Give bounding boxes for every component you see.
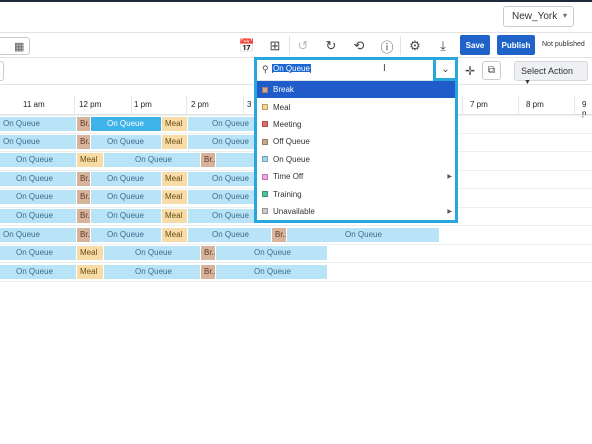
color-swatch: [262, 121, 268, 128]
activity-option-label: Meal: [273, 102, 291, 112]
activity-option-off-queue[interactable]: Off Queue: [257, 133, 455, 150]
schedule-segment[interactable]: Br...: [272, 228, 286, 242]
activity-option-label: Time Off: [273, 172, 304, 182]
schedule-segment[interactable]: On Queue: [0, 172, 76, 186]
schedule-segment[interactable]: On Queue: [188, 172, 256, 186]
schedule-segment[interactable]: On Queue: [0, 209, 76, 223]
submenu-arrow-icon: ▶: [447, 208, 452, 215]
activity-option-label: Meeting: [273, 119, 302, 129]
activity-option-label: Break: [273, 85, 294, 95]
schedule-segment[interactable]: On Queue: [0, 153, 76, 167]
schedule-segment[interactable]: Meal: [77, 153, 103, 167]
schedule-segment[interactable]: On Queue: [91, 228, 161, 242]
activity-option-time-off[interactable]: Time Off ▶: [257, 168, 455, 185]
schedule-segment[interactable]: Meal: [162, 228, 187, 242]
activity-option-label: Unavailable: [273, 206, 315, 216]
search-icon: ⚲: [262, 64, 269, 74]
activity-option-training[interactable]: Training: [257, 185, 455, 202]
chevron-down-icon: ⌄: [441, 63, 450, 75]
color-swatch: [262, 104, 268, 111]
schedule-segment[interactable]: On Queue: [91, 209, 161, 223]
schedule-segment[interactable]: On Queue: [188, 117, 256, 131]
schedule-segment[interactable]: Br...: [201, 153, 215, 167]
activity-search-input[interactable]: ⚲ On Queue I: [257, 60, 435, 81]
schedule-segment[interactable]: Br...: [77, 135, 90, 149]
schedule-segment[interactable]: On Queue: [216, 246, 327, 260]
schedule-segment[interactable]: On Queue: [0, 190, 76, 204]
schedule-segment[interactable]: On Queue: [91, 190, 161, 204]
dropdown-toggle-button[interactable]: ⌄: [433, 57, 458, 81]
activity-option-label: Off Queue: [273, 137, 310, 147]
schedule-segment[interactable]: On Queue: [104, 265, 200, 279]
schedule-segment[interactable]: On Queue: [216, 265, 327, 279]
activity-option-meeting[interactable]: Meeting: [257, 116, 455, 133]
schedule-segment[interactable]: On Queue: [0, 135, 76, 149]
schedule-segment[interactable]: Meal: [77, 265, 103, 279]
schedule-segment[interactable]: Meal: [162, 172, 187, 186]
activity-option-unavailable[interactable]: Unavailable ▶: [257, 203, 455, 220]
schedule-segment[interactable]: On Queue: [0, 265, 76, 279]
color-swatch: [262, 191, 268, 198]
schedule-segment[interactable]: On Queue: [91, 135, 161, 149]
row-divider: [0, 244, 592, 245]
color-swatch: [262, 138, 268, 145]
schedule-segment[interactable]: Meal: [162, 190, 187, 204]
schedule-segment[interactable]: On Queue: [188, 209, 256, 223]
color-swatch: [262, 86, 268, 93]
activity-search-value[interactable]: On Queue: [272, 64, 311, 73]
color-swatch: [262, 156, 268, 163]
schedule-segment[interactable]: Br...: [77, 190, 90, 204]
activity-option-label: On Queue: [273, 154, 310, 164]
submenu-arrow-icon: ▶: [447, 174, 452, 181]
schedule-segment[interactable]: Br...: [201, 265, 215, 279]
schedule-segment[interactable]: Meal: [162, 117, 187, 131]
row-divider: [0, 281, 592, 282]
schedule-segment[interactable]: On Queue: [0, 117, 76, 131]
activity-option-label: Training: [273, 189, 302, 199]
activity-code-dropdown: ⚲ On Queue I ⌄ Break Meal Meeting Off Qu…: [254, 57, 458, 223]
schedule-segment[interactable]: Br...: [77, 172, 90, 186]
row-divider: [0, 225, 592, 226]
schedule-segment[interactable]: Meal: [77, 246, 103, 260]
schedule-segment[interactable]: Meal: [162, 135, 187, 149]
activity-list: Break Meal Meeting Off Queue On Queue Ti…: [257, 81, 455, 220]
schedule-segment[interactable]: On Queue: [0, 246, 76, 260]
activity-option-meal[interactable]: Meal: [257, 98, 455, 115]
schedule-segment[interactable]: [216, 153, 256, 167]
schedule-segment[interactable]: Meal: [162, 209, 187, 223]
schedule-segment[interactable]: Br...: [77, 228, 90, 242]
row-divider: [0, 262, 592, 263]
schedule-segment[interactable]: On Queue: [188, 135, 256, 149]
schedule-segment[interactable]: Br...: [201, 246, 215, 260]
schedule-segment[interactable]: On Queue: [91, 172, 161, 186]
text-cursor-icon: I: [383, 63, 386, 74]
schedule-segment[interactable]: On Queue: [104, 153, 200, 167]
color-swatch: [262, 173, 268, 180]
schedule-segment[interactable]: On Queue: [287, 228, 439, 242]
activity-option-break[interactable]: Break: [257, 81, 455, 99]
color-swatch: [262, 208, 268, 215]
schedule-segment-selected[interactable]: On Queue: [91, 117, 161, 131]
schedule-segment[interactable]: On Queue: [0, 228, 76, 242]
schedule-segment[interactable]: On Queue: [188, 228, 271, 242]
schedule-segment[interactable]: Br...: [77, 209, 90, 223]
schedule-segment[interactable]: Br...: [77, 117, 90, 131]
schedule-segment[interactable]: On Queue: [188, 190, 256, 204]
schedule-segment[interactable]: On Queue: [104, 246, 200, 260]
activity-option-on-queue[interactable]: On Queue: [257, 151, 455, 168]
